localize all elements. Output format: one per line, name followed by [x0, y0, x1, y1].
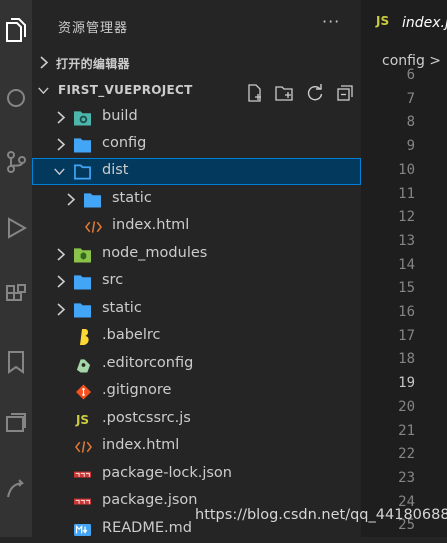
line-number: 12	[398, 209, 415, 226]
chevron-right-icon	[67, 193, 76, 206]
editorconfig-icon	[75, 356, 92, 373]
chevron-down-icon	[54, 168, 65, 176]
tree-item-static[interactable]: static	[32, 296, 361, 323]
folder-node-icon	[74, 246, 91, 263]
tree-item-label: package-lock.json	[102, 465, 232, 481]
tree-item-label: .postcssrc.js	[102, 410, 191, 426]
npm-icon	[74, 466, 91, 483]
editor-area: JS index.j config > 6 7 8 9 10 11 12 13 14 15 16 17…	[361, 0, 447, 537]
tree-item-node-modules[interactable]: node_modules	[32, 241, 361, 268]
line-number: 8	[406, 114, 415, 131]
tree-item-editorconfig[interactable]: .editorconfig	[32, 351, 361, 378]
explorer-actions	[243, 83, 357, 103]
line-number: 22	[398, 446, 415, 463]
tree-item-babelrc[interactable]: .babelrc	[32, 323, 361, 350]
sidebar-title: 资源管理器	[58, 21, 129, 36]
line-number: 21	[398, 422, 415, 439]
more-actions-button[interactable]: ···	[322, 12, 340, 31]
chevron-right-icon	[57, 275, 66, 288]
line-number: 19	[398, 375, 415, 392]
tree-item-label: index.html	[102, 437, 180, 453]
line-number: 23	[398, 469, 415, 486]
chevron-right-icon	[57, 303, 66, 316]
line-number: 14	[398, 256, 415, 273]
refresh-icon[interactable]	[303, 83, 327, 103]
tree-item-dist-index-html[interactable]: index.html	[32, 213, 361, 240]
sidebar-header: 资源管理器 ···	[32, 0, 361, 46]
tree-item-label: README.md	[102, 520, 192, 536]
tab-index-js[interactable]: JS index.j	[361, 0, 447, 46]
chevron-right-icon	[40, 56, 49, 69]
project-label: FIRST_VUEPROJECT	[58, 83, 193, 97]
collapse-all-icon[interactable]	[333, 83, 357, 103]
js-icon: JS	[376, 14, 390, 28]
line-number: 17	[398, 327, 415, 344]
tree-item-label: src	[102, 272, 124, 288]
line-number: 11	[398, 185, 415, 202]
tree-item-dist-static[interactable]: static	[32, 186, 361, 213]
tree-item-label: index.html	[112, 217, 190, 233]
folder-icon	[74, 301, 91, 318]
live-share-icon[interactable]	[0, 470, 32, 510]
tree-item-src[interactable]: src	[32, 268, 361, 295]
tree-item-label: static	[102, 300, 142, 316]
explorer-sidebar: 资源管理器 ··· 打开的编辑器 FIRST_VUEPROJECT build …	[32, 0, 361, 537]
extensions-icon[interactable]	[0, 275, 32, 315]
folder-gear-icon	[74, 109, 91, 126]
line-number: 7	[406, 90, 415, 107]
tree-item-label: .editorconfig	[102, 355, 194, 371]
source-control-icon[interactable]	[0, 142, 32, 182]
tree-item-label: dist	[102, 162, 129, 178]
explorer-icon[interactable]	[0, 10, 32, 50]
new-folder-icon[interactable]	[273, 83, 297, 103]
line-number: 15	[398, 280, 415, 297]
new-file-icon[interactable]	[243, 83, 267, 103]
git-icon	[75, 383, 92, 400]
remote-explorer-icon[interactable]	[0, 404, 32, 444]
tree-item-dist[interactable]: dist	[32, 158, 361, 185]
tree-item-label: .gitignore	[102, 382, 172, 398]
tree-item-label: .babelrc	[102, 327, 161, 343]
line-number: 18	[398, 351, 415, 368]
bookmark-icon[interactable]	[0, 342, 32, 382]
babel-icon	[75, 328, 92, 345]
folder-open-icon	[74, 163, 91, 180]
chevron-right-icon	[57, 248, 66, 261]
js-icon: JS	[75, 412, 90, 427]
activity-bar	[0, 0, 32, 537]
html-icon	[75, 438, 92, 455]
tree-item-label: config	[102, 135, 147, 151]
tree-item-index-html[interactable]: index.html	[32, 433, 361, 460]
markdown-icon	[74, 521, 91, 538]
tree-item-package-lock[interactable]: package-lock.json	[32, 461, 361, 488]
tree-item-gitignore[interactable]: .gitignore	[32, 378, 361, 405]
search-icon[interactable]	[0, 78, 32, 118]
html-icon	[85, 218, 102, 235]
open-editors-section[interactable]: 打开的编辑器	[32, 49, 361, 76]
line-number: 20	[398, 398, 415, 415]
tree-item-label: build	[102, 108, 138, 124]
tree-item-postcssrc[interactable]: JS .postcssrc.js	[32, 406, 361, 433]
tree-item-label: package.json	[102, 492, 198, 508]
line-number: 13	[398, 232, 415, 249]
open-editors-label: 打开的编辑器	[56, 57, 130, 71]
folder-icon	[74, 273, 91, 290]
folder-icon	[74, 136, 91, 153]
tree-item-build[interactable]: build	[32, 104, 361, 131]
tree-item-config[interactable]: config	[32, 131, 361, 158]
folder-icon	[84, 191, 101, 208]
npm-icon	[74, 493, 91, 510]
chevron-right-icon	[57, 138, 66, 151]
chevron-down-icon	[38, 87, 49, 95]
chevron-right-icon	[57, 111, 66, 124]
line-number: 16	[398, 304, 415, 320]
tab-label: index.j	[402, 15, 447, 31]
line-number: 10	[398, 161, 415, 178]
tree-item-label: node_modules	[102, 245, 208, 261]
run-debug-icon[interactable]	[0, 208, 32, 248]
line-number: 6	[406, 67, 415, 83]
tree-item-label: static	[112, 190, 152, 206]
line-number: 9	[406, 138, 415, 155]
watermark: https://blog.csdn.net/qq_44180688	[195, 507, 447, 523]
